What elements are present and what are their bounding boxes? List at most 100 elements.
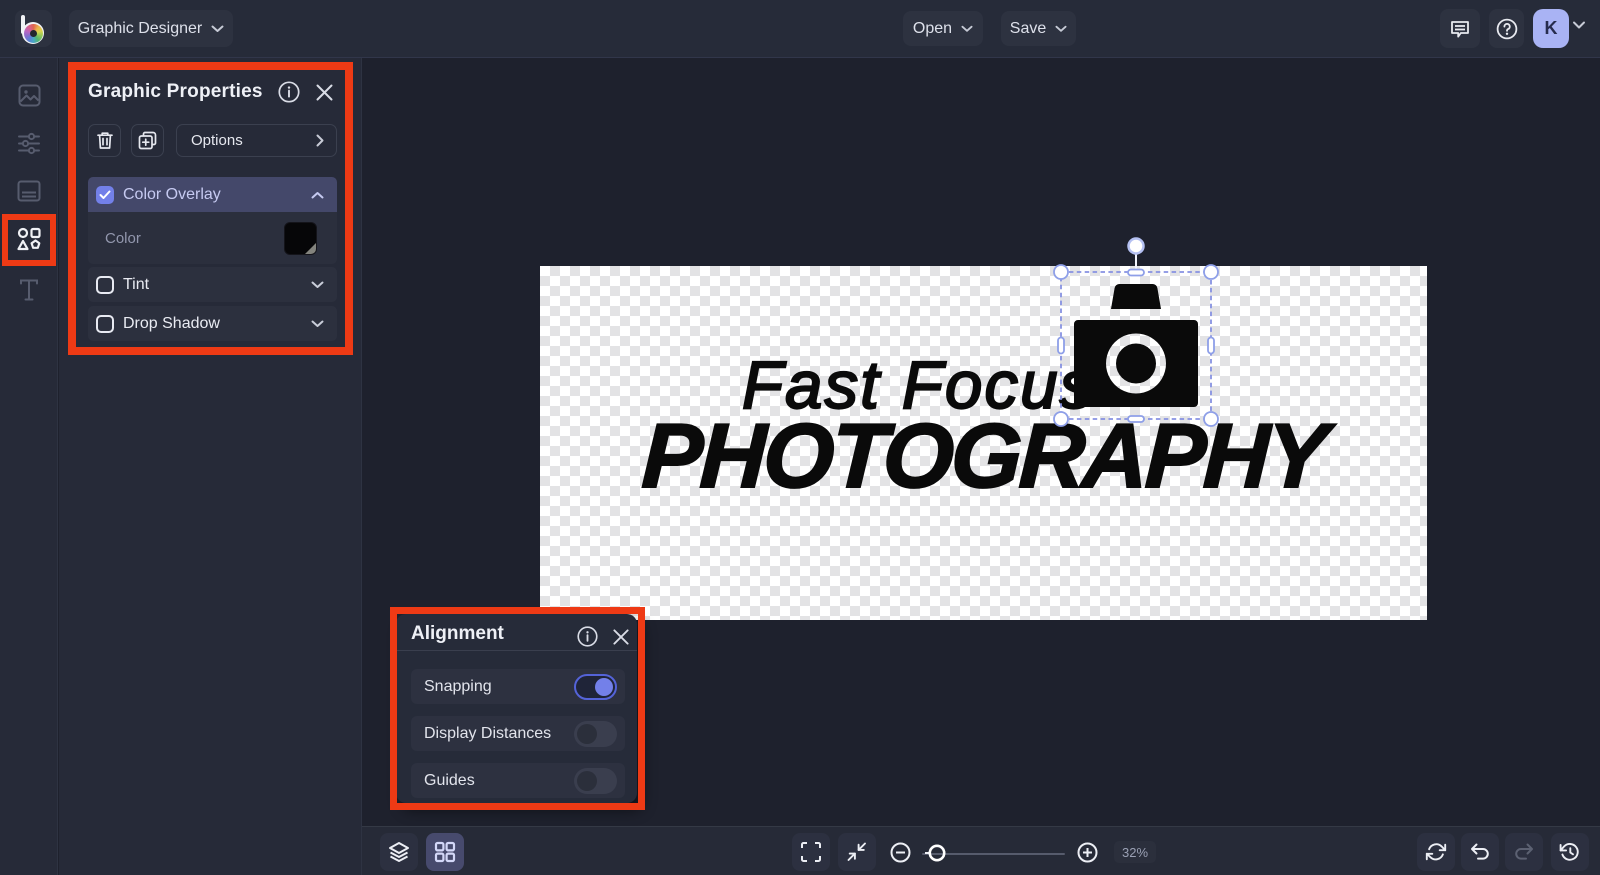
chevron-down-icon (1055, 25, 1067, 32)
tint-label: Tint (123, 275, 150, 293)
info-icon (278, 81, 300, 103)
zoom-out-button[interactable] (881, 833, 919, 871)
info-icon (577, 626, 598, 647)
help-button[interactable] (1489, 9, 1524, 48)
color-overlay-row[interactable]: Color Overlay (88, 177, 337, 212)
sidebar-item-text[interactable] (0, 266, 58, 314)
zoom-in-button[interactable] (1068, 833, 1106, 871)
display-distances-row: Display Distances (411, 716, 625, 751)
display-distances-label: Display Distances (424, 724, 552, 742)
resize-handle-s[interactable] (1127, 415, 1145, 423)
chevron-down-icon (211, 25, 224, 32)
open-label: Open (912, 19, 953, 37)
color-setting-row: Color (88, 212, 337, 264)
befunky-logo-icon (15, 10, 52, 47)
bottom-bar: 32% (362, 826, 1600, 875)
info-button[interactable] (577, 626, 598, 647)
sidebar-item-templates[interactable] (0, 167, 58, 215)
resize-handle-n[interactable] (1127, 268, 1145, 277)
check-icon (99, 190, 111, 199)
fit-to-screen-button[interactable] (838, 833, 876, 871)
close-icon (316, 84, 333, 101)
alignment-title: Alignment (411, 623, 504, 644)
snapping-row: Snapping (411, 669, 625, 704)
resize-handle-e[interactable] (1207, 336, 1215, 355)
logo-text-photography[interactable]: PHOTOGRAPHY (639, 405, 1328, 509)
color-label: Color (105, 229, 141, 247)
undo-icon (1471, 843, 1489, 860)
collapse-section-control[interactable] (311, 191, 324, 199)
chevron-up-icon (311, 191, 324, 198)
color-swatch[interactable] (284, 222, 317, 255)
shapes-icon (17, 227, 41, 251)
design-canvas[interactable]: Fast Focus PHOTOGRAPHY (540, 266, 1427, 620)
resize-handle-se[interactable] (1203, 411, 1219, 427)
chat-icon (1451, 20, 1469, 37)
zoom-level-badge: 32% (1114, 841, 1156, 863)
redo-button[interactable] (1505, 833, 1543, 871)
avatar[interactable]: K (1533, 9, 1569, 48)
fit-screen-icon (847, 842, 866, 861)
resize-handle-w[interactable] (1057, 336, 1065, 355)
graphic-properties-panel: Graphic Properties Options Color Overlay… (59, 58, 362, 875)
close-icon (613, 629, 629, 645)
adjustments-icon (18, 132, 40, 154)
sidebar-item-graphics[interactable] (0, 215, 58, 263)
expand-section-control[interactable] (311, 320, 324, 328)
delete-graphic-button[interactable] (88, 124, 121, 157)
layers-button[interactable] (380, 833, 418, 871)
sidebar-item-image-manager[interactable] (0, 71, 58, 119)
befunky-logo-button[interactable] (15, 10, 52, 47)
refresh-icon (1425, 843, 1447, 861)
options-label: Options (191, 132, 243, 149)
templates-icon (17, 180, 41, 202)
guides-row: Guides (411, 763, 625, 798)
expand-section-control[interactable] (311, 281, 324, 289)
history-icon (1559, 843, 1579, 861)
resize-handle-ne[interactable] (1203, 264, 1219, 280)
color-overlay-checkbox[interactable] (96, 185, 114, 204)
close-panel-button[interactable] (612, 628, 630, 646)
chevron-down-icon (311, 320, 324, 327)
guides-toggle[interactable] (574, 767, 617, 794)
reset-button[interactable] (1417, 833, 1455, 871)
help-icon (1496, 18, 1517, 39)
app-mode-menu[interactable]: Graphic Designer (69, 10, 233, 47)
text-icon (20, 279, 38, 301)
avatar-initial: K (1544, 18, 1558, 38)
zoom-slider-handle[interactable] (925, 843, 947, 863)
resize-handle-sw[interactable] (1053, 411, 1069, 427)
save-button[interactable]: Save (1001, 11, 1076, 46)
history-button[interactable] (1551, 833, 1589, 871)
sidebar-item-edit[interactable] (0, 119, 58, 167)
chevron-down-icon (961, 25, 973, 32)
snapping-toggle[interactable] (574, 673, 617, 700)
snapping-label: Snapping (424, 677, 492, 695)
drop-shadow-checkbox[interactable] (96, 314, 114, 333)
duplicate-graphic-button[interactable] (131, 124, 164, 157)
tint-checkbox[interactable] (96, 275, 114, 294)
undo-button[interactable] (1461, 833, 1499, 871)
duplicate-icon (138, 131, 157, 150)
open-button[interactable]: Open (903, 11, 983, 46)
info-button[interactable] (278, 81, 300, 103)
drop-shadow-row[interactable]: Drop Shadow (88, 306, 337, 341)
tint-row[interactable]: Tint (88, 267, 337, 302)
selection-box (1060, 271, 1212, 420)
resize-handle-nw[interactable] (1053, 264, 1069, 280)
feedback-button[interactable] (1440, 9, 1480, 48)
chevron-right-icon (316, 134, 324, 147)
left-toolbar (0, 58, 58, 875)
account-chevron-down-icon[interactable] (1572, 21, 1586, 30)
toggle-knob (577, 723, 597, 744)
pages-button[interactable] (426, 833, 464, 871)
display-distances-toggle[interactable] (574, 720, 617, 747)
rotate-handle[interactable] (1127, 237, 1145, 255)
close-panel-button[interactable] (315, 83, 334, 102)
zoom-in-icon (1077, 842, 1097, 862)
trash-icon (96, 132, 113, 149)
grid-icon (434, 841, 456, 863)
options-button[interactable]: Options (176, 124, 337, 157)
fullscreen-button[interactable] (792, 833, 830, 871)
drop-shadow-label: Drop Shadow (123, 314, 220, 332)
